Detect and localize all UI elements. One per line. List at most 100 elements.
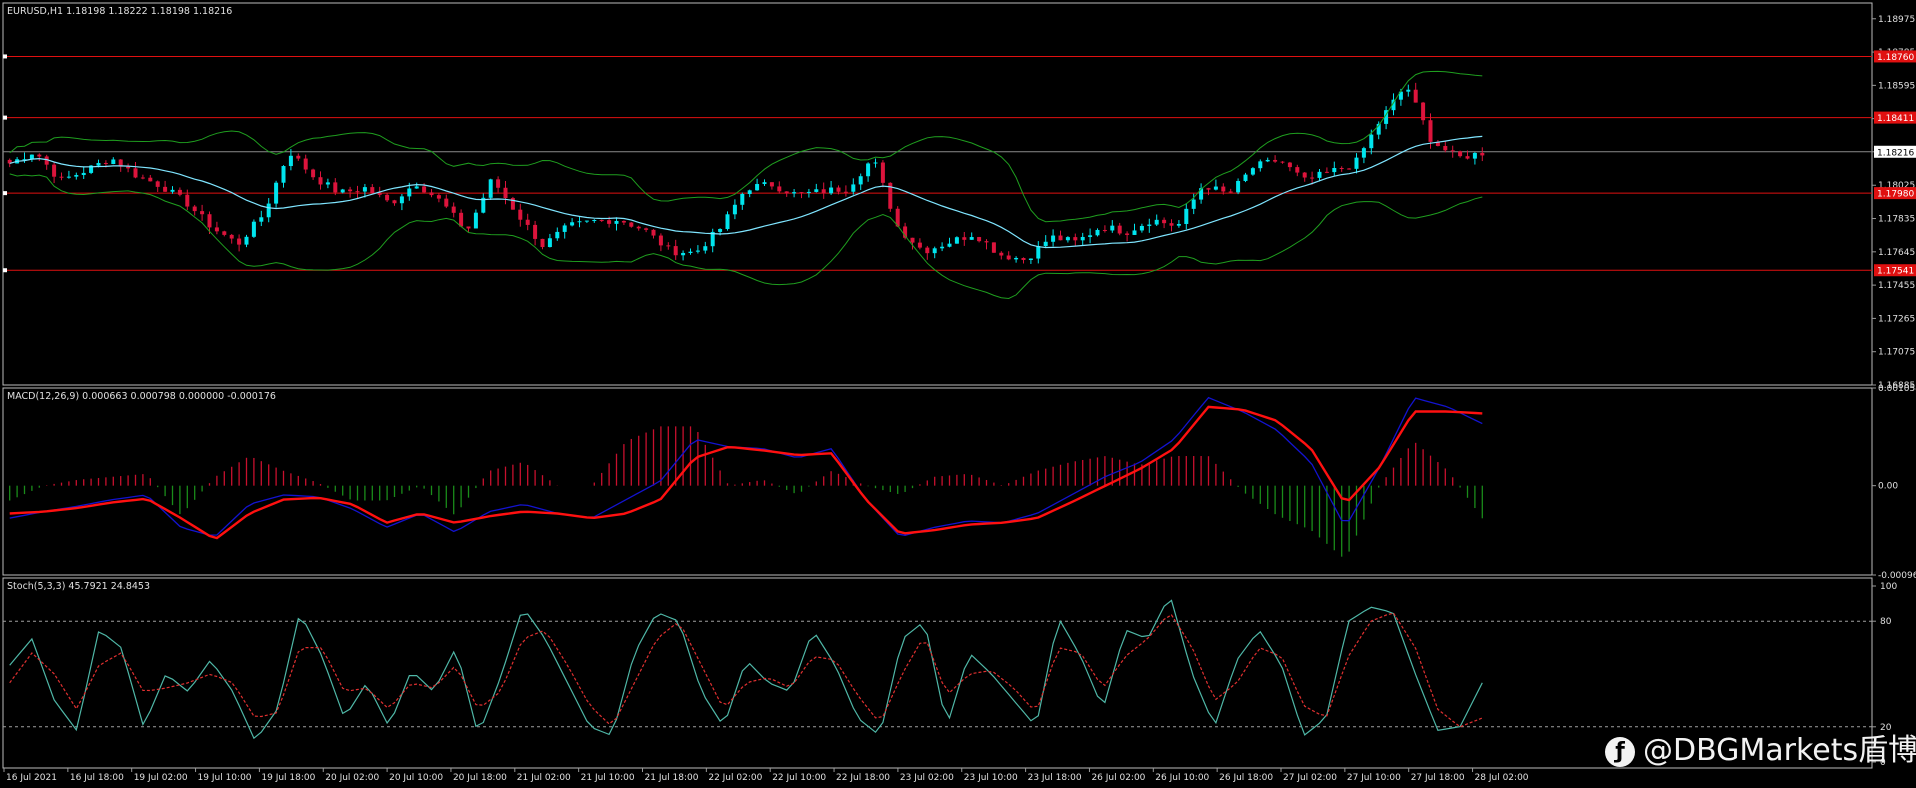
candle-body [829, 187, 834, 194]
candle-body [325, 182, 330, 185]
price-tick-label: 1.18595 [1878, 81, 1915, 91]
candle-body [163, 186, 168, 192]
candle-body [251, 221, 256, 237]
candle-body [599, 220, 604, 222]
candle-body [1413, 89, 1418, 103]
candle-body [1110, 225, 1115, 231]
time-tick-label: 16 Jul 18:00 [70, 773, 124, 783]
level-price-label: 1.17980 [1877, 190, 1914, 200]
candle-body [503, 187, 508, 199]
candle-body [459, 212, 464, 227]
candle-body [1058, 235, 1063, 241]
candle-body [59, 176, 64, 178]
candle-body [910, 237, 915, 243]
candle-body [562, 225, 567, 232]
candle-body [969, 237, 974, 240]
candle-body [1147, 224, 1152, 226]
time-tick-label: 26 Jul 18:00 [1219, 773, 1273, 783]
level-anchor-handle [3, 54, 7, 59]
candle-body [259, 217, 264, 222]
candle-body [52, 164, 57, 177]
candle-body [1458, 151, 1463, 157]
time-tick-label: 16 Jul 2021 [6, 773, 57, 783]
candle-body [96, 163, 101, 166]
candle-body [1406, 89, 1411, 92]
candle-body [1228, 191, 1233, 193]
candle-body [399, 196, 404, 204]
candle-body [614, 220, 619, 224]
main-price-panel: EURUSD,H1 1.18198 1.18222 1.18198 1.1821… [2, 2, 1916, 391]
candle-body [222, 231, 227, 235]
time-tick-label: 27 Jul 10:00 [1347, 773, 1401, 783]
candle-body [851, 184, 856, 192]
candle-body [880, 162, 885, 183]
candle-body [237, 238, 242, 245]
candle-body [385, 194, 390, 201]
candle-body [784, 191, 789, 194]
candle-body [436, 195, 441, 199]
watermark-text: @DBGMarkets盾博 [1643, 733, 1916, 768]
time-tick-label: 21 Jul 02:00 [517, 773, 571, 783]
candle-body [185, 194, 190, 207]
candle-body [1169, 223, 1174, 226]
candle-body [843, 191, 848, 193]
candle-body [1028, 258, 1033, 261]
candle-body [1236, 180, 1241, 193]
candle-body [392, 200, 397, 204]
time-tick-label: 26 Jul 10:00 [1155, 773, 1209, 783]
price-tick-label: 1.17265 [1878, 314, 1915, 324]
candle-body [1221, 186, 1226, 192]
level-price-label: 1.17541 [1877, 267, 1914, 277]
level-price-label: 1.18760 [1877, 53, 1914, 63]
candle-body [740, 193, 745, 205]
stoch-panel-title: Stoch(5,3,3) 45.7921 24.8453 [7, 581, 150, 592]
candle-body [991, 242, 996, 253]
candle-body [1006, 255, 1011, 260]
candle-body [1332, 168, 1337, 173]
candle-body [873, 162, 878, 164]
price-tick-label: 1.17835 [1878, 215, 1915, 225]
candle-body [1176, 223, 1181, 226]
candle-body [496, 179, 501, 188]
candle-body [422, 186, 427, 193]
candle-body [1191, 199, 1196, 209]
candle-body [1102, 229, 1107, 231]
macd-main-line [9, 396, 1483, 536]
candle-body [207, 214, 212, 228]
candle-body [584, 220, 589, 222]
candle-body [1361, 148, 1366, 158]
candle-body [318, 177, 323, 185]
candle-body [607, 220, 612, 224]
candle-body [1125, 233, 1130, 235]
candle-body [703, 246, 708, 251]
candle-body [281, 166, 286, 183]
candle-body [762, 182, 767, 185]
candles [7, 82, 1485, 264]
candle-body [1317, 171, 1322, 178]
time-tick-label: 19 Jul 02:00 [134, 773, 188, 783]
candle-body [954, 237, 959, 244]
candle-body [1206, 188, 1211, 190]
candle-body [1065, 237, 1070, 241]
time-tick-label: 23 Jul 10:00 [964, 773, 1018, 783]
candle-body [570, 222, 575, 226]
candle-body [1310, 177, 1315, 179]
candle-body [274, 182, 279, 204]
macd-tick-label: 0.001054 [1878, 384, 1916, 394]
level-anchor-handle [3, 115, 7, 120]
candle-body [74, 175, 79, 177]
candle-body [555, 231, 560, 239]
candle-body [1250, 168, 1255, 175]
candle-body [1095, 229, 1100, 236]
candle-body [1450, 150, 1455, 152]
candle-body [407, 188, 412, 197]
candle-body [170, 189, 175, 192]
candle-body [1295, 167, 1300, 173]
time-tick-label: 22 Jul 02:00 [708, 773, 762, 783]
candle-body [866, 163, 871, 177]
candle-body [1117, 225, 1122, 234]
candle-body [1339, 168, 1344, 170]
candle-body [1472, 152, 1477, 159]
level-anchor-handle [3, 191, 7, 196]
time-tick-label: 22 Jul 18:00 [836, 773, 890, 783]
